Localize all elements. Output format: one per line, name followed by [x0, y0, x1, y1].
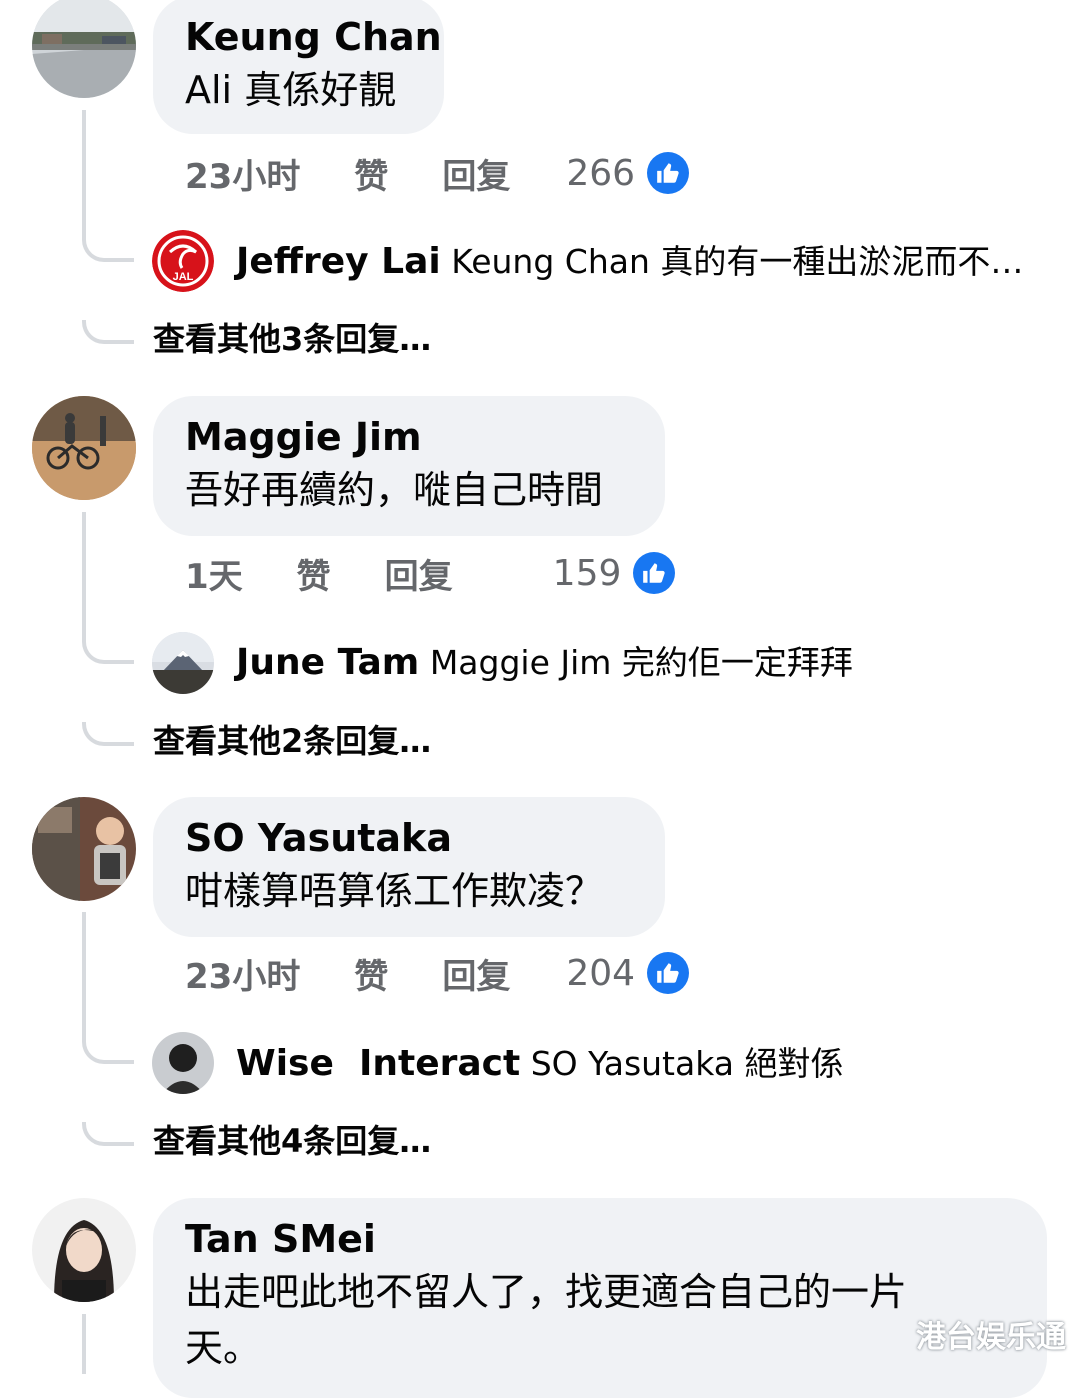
reply-author[interactable]: Jeffrey Lai — [236, 241, 441, 282]
avatar-photo-silhouette — [152, 1032, 214, 1094]
like-button[interactable]: 赞 — [297, 549, 331, 598]
comment-actions: 23小时 赞 回复 266 — [185, 148, 690, 198]
like-button[interactable]: 赞 — [354, 949, 388, 998]
avatar-photo-portrait — [32, 1198, 136, 1302]
comment-timestamp: 23小时 — [185, 156, 301, 197]
comment-text: 吾好再續約，嘥自己時間 — [185, 468, 604, 512]
comment-text: Ali 真係好靚 — [185, 68, 397, 112]
comment-author[interactable]: Tan SMei — [185, 1214, 1015, 1264]
reply-connector — [82, 238, 134, 262]
avatar-photo-child — [32, 797, 136, 901]
jal-logo-icon: JAL — [152, 230, 214, 292]
avatar-jeffrey-lai[interactable]: JAL — [152, 230, 214, 292]
like-count[interactable]: 204 — [566, 953, 635, 994]
reply-preview[interactable]: Jeffrey Lai Keung Chan 真的有一種出淤泥而不… — [236, 242, 1023, 282]
more-replies-connector — [82, 320, 134, 344]
reply-author[interactable]: June Tam — [236, 642, 419, 683]
thread-line — [82, 912, 86, 1042]
jal-logo-text: JAL — [173, 271, 194, 283]
thumbs-up-icon[interactable] — [647, 952, 690, 994]
avatar-tan-smei[interactable] — [32, 1198, 136, 1302]
comment-bubble[interactable]: Maggie Jim 吾好再續約，嘥自己時間 — [153, 396, 665, 536]
reply-preview[interactable]: June Tam Maggie Jim 完約佢一定拜拜 — [236, 643, 853, 683]
comment-text-line-1: 出走吧此地不留人了，找更適合自己的一片 — [185, 1270, 908, 1314]
reply-text: Maggie Jim 完約佢一定拜拜 — [429, 643, 853, 682]
comment-bubble[interactable]: Keung Chan Ali 真係好靚 — [153, 0, 444, 134]
comment-author[interactable]: SO Yasutaka — [185, 813, 633, 863]
reply-button[interactable]: 回复 — [442, 949, 510, 998]
thumbs-up-icon[interactable] — [647, 152, 690, 194]
reply-connector — [82, 1040, 134, 1064]
like-count[interactable]: 266 — [566, 153, 635, 194]
reply-button[interactable]: 回复 — [385, 549, 453, 598]
reply-button[interactable]: 回复 — [442, 149, 510, 198]
like-count[interactable]: 159 — [553, 553, 622, 594]
avatar-photo-mountain — [152, 632, 214, 694]
reply-preview[interactable]: Wise Interact SO Yasutaka 絕對係 — [236, 1044, 843, 1084]
more-replies-connector — [82, 1122, 134, 1146]
reply-text: SO Yasutaka 絕對係 — [530, 1044, 844, 1083]
avatar-maggie-jim[interactable] — [32, 396, 136, 500]
like-button[interactable]: 赞 — [354, 149, 388, 198]
thread-line — [82, 1314, 86, 1374]
avatar-photo-street — [32, 0, 136, 98]
comment-bubble[interactable]: SO Yasutaka 咁樣算唔算係工作欺凌？ — [153, 797, 665, 937]
avatar-keung-chan[interactable] — [32, 0, 136, 98]
comment-text: 咁樣算唔算係工作欺凌？ — [185, 869, 604, 913]
comment-author[interactable]: Maggie Jim — [185, 412, 633, 462]
avatar-photo-bicycle — [32, 396, 136, 500]
comment-actions: 23小时 赞 回复 204 — [185, 948, 690, 998]
comment-actions: 1天 赞 回复 159 — [185, 548, 676, 598]
view-more-replies-link[interactable]: 查看其他3条回复… — [153, 314, 431, 360]
avatar-so-yasutaka[interactable] — [32, 797, 136, 901]
comment-text-line-2: 天。 — [185, 1326, 262, 1370]
thumbs-up-icon[interactable] — [633, 552, 676, 594]
more-replies-connector — [82, 722, 134, 746]
comment-author[interactable]: Keung Chan — [185, 12, 442, 62]
watermark: 港台娱乐通 — [916, 1320, 1066, 1355]
view-more-replies-link[interactable]: 查看其他2条回复… — [153, 716, 431, 762]
thread-line — [82, 110, 86, 240]
thread-line — [82, 512, 86, 642]
comment-timestamp: 23小时 — [185, 956, 301, 997]
comment-timestamp: 1天 — [185, 556, 243, 597]
reply-text: Keung Chan 真的有一種出淤泥而不… — [451, 242, 1024, 281]
reply-connector — [82, 640, 134, 664]
avatar-june-tam[interactable] — [152, 632, 214, 694]
avatar-wise-interact[interactable] — [152, 1032, 214, 1094]
view-more-replies-link[interactable]: 查看其他4条回复… — [153, 1116, 431, 1162]
reply-author[interactable]: Wise Interact — [236, 1043, 520, 1084]
comment-bubble[interactable]: Tan SMei 出走吧此地不留人了，找更適合自己的一片 天。 — [153, 1198, 1047, 1398]
